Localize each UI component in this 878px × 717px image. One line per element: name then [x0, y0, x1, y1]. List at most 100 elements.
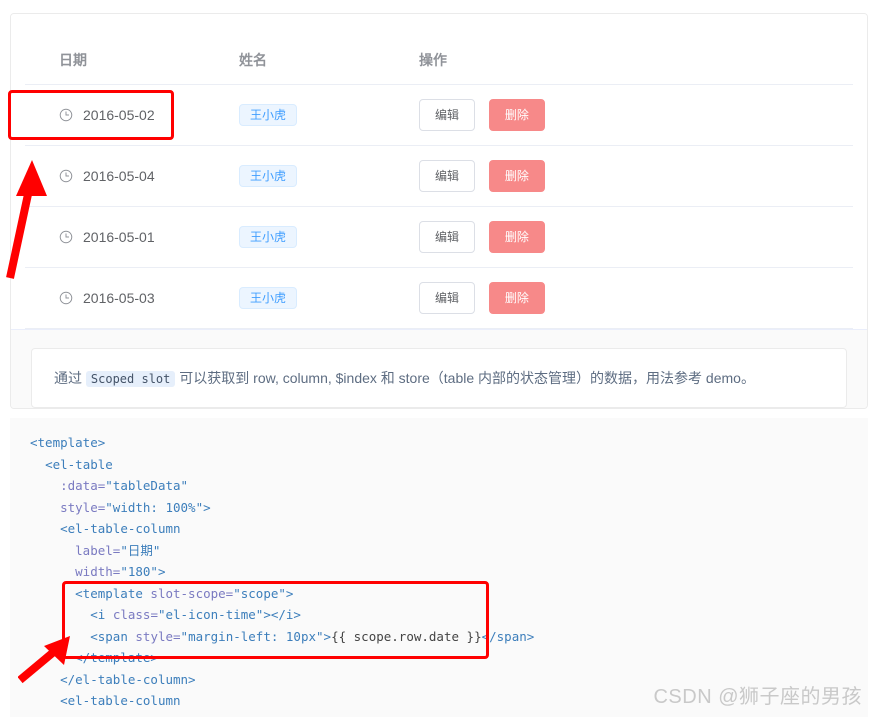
code-token: slot-scope=	[150, 585, 234, 601]
name-tag: 王小虎	[239, 165, 298, 187]
code-token: "tableData"	[105, 478, 189, 493]
code-token: <template	[75, 585, 143, 601]
code-token: ></i>	[263, 607, 301, 622]
table-row[interactable]: 2016-05-04 王小虎 编辑 删除	[25, 145, 853, 207]
code-token: width=	[75, 564, 121, 579]
code-token: <el-table	[45, 456, 113, 472]
table-header-row: 日期 姓名 操作	[25, 38, 853, 85]
code-token: >	[157, 564, 166, 579]
date-cell-content: 2016-05-01	[59, 229, 239, 245]
code-token: "el-icon-time"	[157, 607, 264, 622]
code-token: >	[323, 628, 332, 644]
table-body: 2016-05-02 王小虎 编辑 删除 2016-05-04 王小虎 编辑 删…	[25, 84, 853, 329]
code-token: </el-table-column>	[60, 671, 196, 687]
cell-date: 2016-05-04	[25, 145, 239, 207]
cell-name: 王小虎	[239, 267, 419, 329]
cell-date: 2016-05-02	[25, 84, 239, 146]
code-token: <el-table-column	[60, 693, 181, 708]
code-token: </template>	[75, 650, 158, 665]
delete-button[interactable]: 删除	[488, 160, 545, 192]
name-tag: 王小虎	[239, 287, 298, 309]
data-table: 日期 姓名 操作 2016-05-02 王小虎 编辑 删除 2016-05-04…	[25, 38, 853, 329]
cell-action: 编辑 删除	[419, 84, 853, 146]
clock-icon	[59, 169, 73, 183]
edit-button[interactable]: 编辑	[419, 282, 476, 314]
date-cell-content: 2016-05-03	[59, 290, 239, 306]
cell-date: 2016-05-03	[25, 267, 239, 329]
code-token: <template>	[30, 435, 106, 450]
code-token: :data=	[60, 478, 106, 493]
table-row[interactable]: 2016-05-01 王小虎 编辑 删除	[25, 206, 853, 268]
watermark-text: CSDN @狮子座的男孩	[653, 686, 862, 708]
description-suffix: 可以获取到 row, column, $index 和 store（table …	[179, 370, 755, 386]
date-text: 2016-05-04	[83, 168, 155, 184]
code-token: {{ scope.row.date }}	[331, 628, 482, 644]
page-root: 日期 姓名 操作 2016-05-02 王小虎 编辑 删除 2016-05-04…	[0, 0, 878, 717]
code-token: >	[203, 499, 211, 515]
table-row[interactable]: 2016-05-02 王小虎 编辑 删除	[25, 84, 853, 146]
cell-name: 王小虎	[239, 206, 419, 268]
clock-icon	[59, 291, 73, 305]
date-text: 2016-05-01	[83, 229, 155, 245]
demo-card: 日期 姓名 操作 2016-05-02 王小虎 编辑 删除 2016-05-04…	[10, 13, 868, 410]
code-token: <el-table-column	[60, 521, 181, 536]
delete-button[interactable]: 删除	[488, 221, 545, 253]
delete-button[interactable]: 删除	[488, 99, 545, 131]
code-token: <span	[90, 628, 128, 644]
edit-button[interactable]: 编辑	[419, 99, 476, 131]
code-token: </span>	[481, 628, 535, 644]
clock-icon	[59, 230, 73, 244]
code-token: style=	[135, 628, 181, 644]
cell-action: 编辑 删除	[419, 206, 853, 268]
code-token: label=	[75, 542, 121, 558]
code-token: "日期"	[120, 542, 161, 558]
name-tag: 王小虎	[239, 104, 298, 126]
edit-button[interactable]: 编辑	[419, 221, 476, 253]
code-token: "scope"	[233, 585, 286, 601]
code-token: "width: 100%"	[105, 499, 204, 515]
scoped-slot-code-badge: Scoped slot	[85, 371, 176, 387]
table-header: 日期 姓名 操作	[25, 38, 853, 85]
description-prefix: 通过	[54, 370, 82, 386]
date-cell-content: 2016-05-02	[59, 107, 239, 123]
delete-button[interactable]: 删除	[488, 282, 545, 314]
code-token: "margin-left: 10px"	[180, 628, 324, 644]
date-text: 2016-05-02	[83, 107, 155, 123]
code-token: style=	[60, 499, 106, 515]
date-cell-content: 2016-05-04	[59, 168, 239, 184]
cell-action: 编辑 删除	[419, 267, 853, 329]
column-header-action[interactable]: 操作	[419, 38, 853, 85]
name-tag: 王小虎	[239, 226, 298, 248]
table-row[interactable]: 2016-05-03 王小虎 编辑 删除	[25, 267, 853, 329]
cell-date: 2016-05-01	[25, 206, 239, 268]
cell-name: 王小虎	[239, 84, 419, 146]
demo-footer: 通过 Scoped slot 可以获取到 row, column, $index…	[11, 329, 867, 409]
code-token: <i	[90, 607, 106, 622]
code-source: <template> <el-table :data="tableData" s…	[10, 432, 868, 717]
code-token: class=	[112, 607, 158, 622]
code-block: <template> <el-table :data="tableData" s…	[10, 418, 868, 717]
date-text: 2016-05-03	[83, 290, 155, 306]
table-container: 日期 姓名 操作 2016-05-02 王小虎 编辑 删除 2016-05-04…	[11, 14, 867, 329]
column-header-name[interactable]: 姓名	[239, 38, 419, 85]
edit-button[interactable]: 编辑	[419, 160, 476, 192]
description-box: 通过 Scoped slot 可以获取到 row, column, $index…	[31, 348, 847, 409]
code-token: >	[285, 585, 294, 601]
code-token: "180"	[120, 564, 158, 579]
cell-name: 王小虎	[239, 145, 419, 207]
cell-action: 编辑 删除	[419, 145, 853, 207]
clock-icon	[59, 108, 73, 122]
column-header-date[interactable]: 日期	[25, 38, 239, 85]
